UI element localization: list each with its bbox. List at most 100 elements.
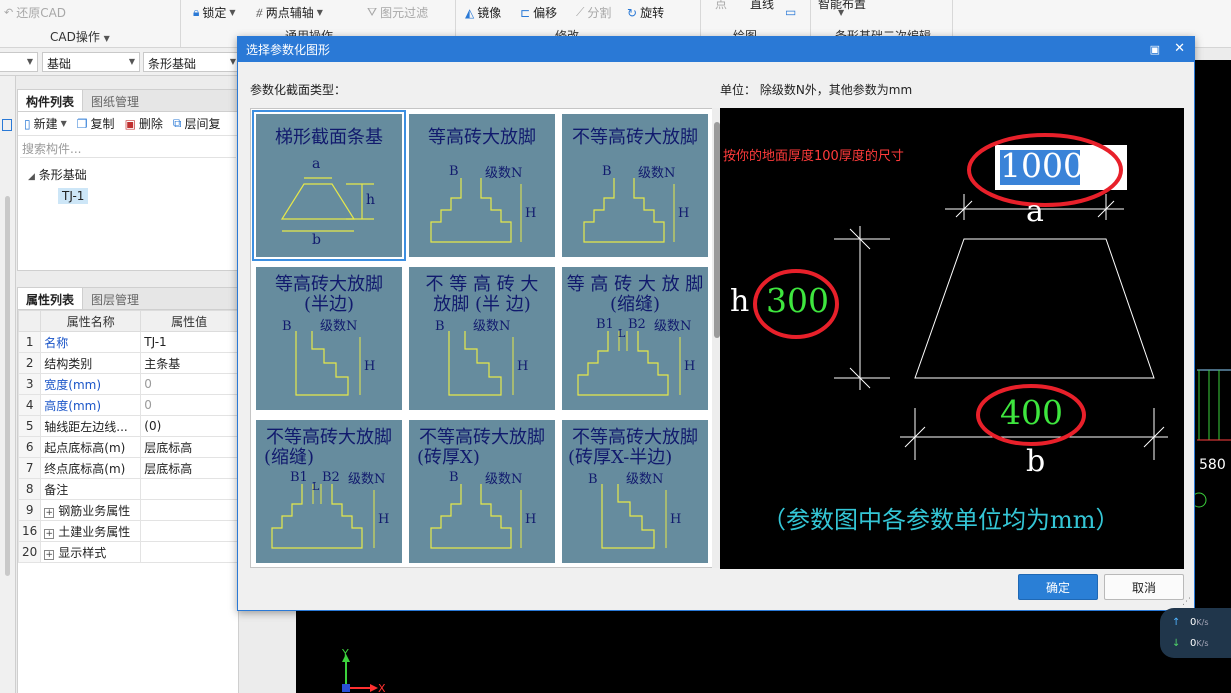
- table-row[interactable]: 4 高度(mm) 0: [17, 394, 238, 416]
- two-point-aux-button[interactable]: ⧣ 两点辅轴 ▼: [256, 4, 323, 21]
- layer-copy-button[interactable]: ⧉ 层间复: [173, 115, 221, 132]
- split-button[interactable]: ⟋ 分割: [576, 4, 611, 21]
- component-search-input[interactable]: 搜索构件...: [20, 138, 236, 158]
- prop-name: 起点底标高(m): [40, 436, 142, 458]
- prop-name: 终点底标高(m): [40, 457, 142, 479]
- chevron-down-icon: ▼: [316, 8, 323, 17]
- property-panel: 属性列表 图层管理 属性名称 属性值 1 名称 TJ-1 2 结构类别 主条基 …: [17, 287, 239, 693]
- offset-icon: ⊏: [520, 5, 531, 20]
- download-icon: ↓: [1172, 638, 1181, 649]
- table-row[interactable]: 8 备注: [17, 478, 238, 500]
- network-speed-widget: ↑ 0K/s ↓ 0K/s: [1160, 608, 1231, 658]
- param-b-input[interactable]: 400: [1000, 393, 1063, 432]
- prop-value[interactable]: 层底标高: [140, 436, 238, 458]
- resize-grip-icon[interactable]: ⋰: [1182, 597, 1191, 607]
- table-row[interactable]: 20 + 显示样式: [17, 541, 238, 563]
- brick-half-thumbnail: [295, 331, 361, 396]
- tile-equal-brick-joint[interactable]: 等 高 砖 大 放 脚 (缩缝) B1 B2 级数N H L: [562, 267, 708, 410]
- type-combo[interactable]: 条形基础 ▼: [143, 52, 241, 72]
- expand-icon[interactable]: +: [44, 507, 55, 518]
- chevron-down-icon: ▼: [60, 119, 67, 128]
- left-strip: [0, 76, 16, 693]
- layer-filter-button[interactable]: ⛛ 图元过滤: [367, 4, 428, 21]
- upload-icon: ↑: [1172, 617, 1181, 628]
- tile-equal-brick-footing[interactable]: 等高砖大放脚 B 级数N H: [409, 114, 555, 257]
- lock-button[interactable]: 🔒︎ 锁定 ▼: [193, 4, 236, 21]
- collapse-icon: ◢: [28, 172, 35, 182]
- tile-unequal-brick-half[interactable]: 不 等 高 砖 大 放脚 (半 边) B 级数N H: [409, 267, 555, 410]
- panel-toggle-icon[interactable]: [2, 119, 12, 131]
- upload-speed: 0K/s: [1190, 617, 1209, 628]
- param-h-input[interactable]: 300: [766, 281, 829, 320]
- tile-unequal-brick-footing[interactable]: 不等高砖大放脚 B 级数N H: [562, 114, 708, 257]
- ok-button[interactable]: 确定: [1018, 574, 1098, 600]
- prop-group[interactable]: + 土建业务属性: [40, 520, 142, 542]
- param-a-input[interactable]: 1000: [1000, 146, 1084, 185]
- shape-preview: 按你的地面厚度100厚度的尺寸 1000 a h 300 400 b （参数图中…: [720, 108, 1184, 569]
- rectangle-button[interactable]: ▭: [785, 5, 796, 19]
- table-row[interactable]: 16 + 土建业务属性: [17, 520, 238, 542]
- restore-cad-button[interactable]: ↶ 还原CAD: [4, 4, 66, 21]
- tile-unequal-brick-thick[interactable]: 不等高砖大放脚 (砖厚X) B 级数N H: [409, 420, 555, 563]
- tab-drawing-manage[interactable]: 图纸管理: [83, 90, 147, 111]
- tile-equal-brick-half[interactable]: 等高砖大放脚 (半边) B 级数N H: [256, 267, 402, 410]
- prop-value[interactable]: 0: [140, 394, 238, 416]
- split-icon: ⟋: [576, 5, 585, 19]
- prop-name: 宽度(mm): [40, 373, 142, 395]
- aux-axis-icon: ⧣: [256, 5, 263, 19]
- line-button[interactable]: 直线: [750, 0, 774, 12]
- left-scrollbar[interactable]: [5, 196, 10, 576]
- prop-name: 名称: [40, 331, 142, 353]
- cad-canvas-bottom[interactable]: Y X: [296, 610, 1231, 693]
- tree-node-strip-foundation[interactable]: ◢ 条形基础: [28, 166, 87, 183]
- axis-y-label: Y: [342, 647, 349, 660]
- rotate-button[interactable]: ↻ 旋转: [627, 4, 664, 21]
- prop-group[interactable]: + 钢筋业务属性: [40, 499, 142, 521]
- tree-node-tj1[interactable]: TJ-1: [58, 188, 89, 204]
- maximize-icon[interactable]: ▣: [1150, 43, 1160, 56]
- cad-ops-group[interactable]: CAD操作 ▼: [50, 28, 110, 45]
- prop-value[interactable]: 层底标高: [140, 457, 238, 479]
- table-row[interactable]: 6 起点底标高(m) 层底标高: [17, 436, 238, 458]
- offset-button[interactable]: ⊏ 偏移: [520, 4, 557, 21]
- expand-icon[interactable]: +: [44, 549, 55, 560]
- parametric-shape-dialog: 选择参数化图形 ▣ ✕ 参数化截面类型： 单位： 除级数N外，其他参数为mm 梯…: [237, 36, 1195, 611]
- mirror-icon: ◭: [465, 5, 475, 20]
- tile-unequal-brick-thick-half[interactable]: 不等高砖大放脚 (砖厚X-半边) B 级数N H: [562, 420, 708, 563]
- component-panel: 构件列表 图纸管理 ▯ 新建 ▼ ❐ 复制 ▣ 删除 ⧉ 层间复 搜索构件...…: [17, 89, 239, 271]
- table-row[interactable]: 2 结构类别 主条基: [17, 352, 238, 374]
- prop-value[interactable]: TJ-1: [140, 331, 238, 353]
- expand-icon[interactable]: +: [44, 528, 55, 539]
- dialog-title: 选择参数化图形: [246, 43, 331, 57]
- table-row[interactable]: 5 轴线距左边线... (0): [17, 415, 238, 437]
- cad-canvas-right[interactable]: 580: [1191, 60, 1231, 693]
- prop-value[interactable]: (0): [140, 415, 238, 437]
- table-row[interactable]: 3 宽度(mm) 0: [17, 373, 238, 395]
- tab-layer-manage[interactable]: 图层管理: [83, 288, 147, 309]
- tab-property-list[interactable]: 属性列表: [18, 288, 84, 309]
- copy-button[interactable]: ❐ 复制: [77, 115, 115, 132]
- category-combo[interactable]: 基础 ▼: [42, 52, 140, 72]
- table-row[interactable]: 1 名称 TJ-1: [17, 331, 238, 353]
- prop-group[interactable]: + 显示样式: [40, 541, 142, 563]
- table-row[interactable]: 7 终点底标高(m) 层底标高: [17, 457, 238, 479]
- delete-button[interactable]: ▣ 删除: [125, 115, 163, 132]
- tile-trapezoid-strip[interactable]: 梯形截面条基 a h b: [252, 110, 406, 261]
- new-button[interactable]: ▯ 新建 ▼: [24, 115, 67, 132]
- prop-value[interactable]: 主条基: [140, 352, 238, 374]
- tab-component-list[interactable]: 构件列表: [18, 90, 84, 111]
- prop-value[interactable]: 0: [140, 373, 238, 395]
- close-icon[interactable]: ✕: [1174, 41, 1185, 56]
- chevron-down-icon: ▼: [838, 8, 845, 17]
- dialog-titlebar[interactable]: 选择参数化图形 ▣ ✕: [238, 37, 1194, 62]
- floor-combo[interactable]: ▼: [0, 52, 38, 72]
- smart-layout-dropdown[interactable]: ▼: [838, 8, 844, 17]
- point-button[interactable]: 点: [715, 0, 727, 12]
- undo-icon: ↶: [4, 6, 14, 19]
- tile-unequal-brick-joint[interactable]: 不等高砖大放脚 (缩缝) B1 B2 级数N H L: [256, 420, 402, 563]
- cancel-button[interactable]: 取消: [1104, 574, 1184, 600]
- copy-icon: ❐: [76, 116, 88, 131]
- table-row[interactable]: 9 + 钢筋业务属性: [17, 499, 238, 521]
- mirror-button[interactable]: ◭ 镜像: [465, 4, 501, 21]
- prop-value[interactable]: [140, 478, 238, 500]
